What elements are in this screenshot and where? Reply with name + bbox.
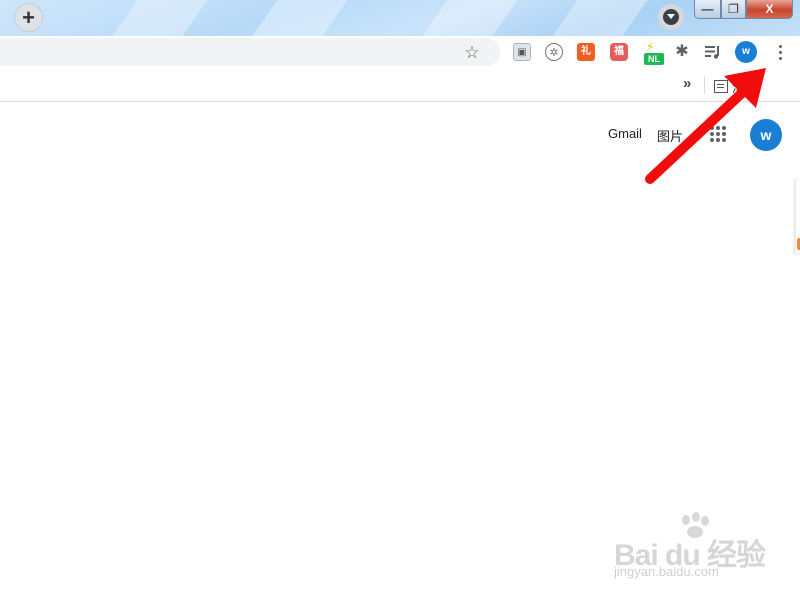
picture-extension-icon[interactable]: ▣ (513, 43, 531, 61)
media-playlist-icon[interactable] (704, 43, 722, 61)
profile-avatar[interactable]: w (735, 41, 757, 63)
nl-badge: NL (644, 53, 664, 65)
titlebar-decoration (528, 0, 662, 36)
lightning-icon: ⚡ (646, 40, 655, 54)
extensions-puzzle-icon[interactable]: ✱ (673, 43, 691, 61)
watermark-url: jingyan.baidu.com (614, 564, 719, 579)
titlebar-decoration (88, 0, 222, 36)
red-extension-icon[interactable]: 福 (610, 43, 628, 61)
address-bar[interactable]: ☆ (0, 38, 500, 66)
star-icon[interactable]: ☆ (462, 43, 482, 63)
maximize-button[interactable]: ❐ (721, 0, 746, 19)
account-avatar[interactable]: w (750, 119, 782, 151)
side-panel-edge (795, 180, 800, 254)
tab-search-button[interactable] (658, 4, 684, 30)
nl-extension-icon[interactable]: ⚡ NL (644, 41, 666, 65)
titlebar-decoration (228, 0, 362, 36)
reading-list-icon (714, 79, 728, 93)
new-tab-button[interactable]: + (14, 3, 43, 32)
google-page-header: Gmail 图片 w (0, 103, 800, 167)
minimize-button[interactable]: — (694, 0, 721, 19)
menu-dot (778, 50, 782, 54)
chevron-down-icon (663, 9, 679, 25)
reading-list-button[interactable]: 清单 (714, 76, 758, 96)
google-apps-icon[interactable] (710, 126, 726, 142)
images-link[interactable]: 图片 (657, 126, 683, 145)
wheel-extension-icon[interactable]: ✲ (545, 43, 563, 61)
titlebar-decoration (398, 0, 532, 36)
bookmarks-overflow-button[interactable]: » (683, 75, 691, 92)
browser-window: + — ❐ X ☆ ▣ ✲ 礼 福 ⚡ NL ✱ w » 清单 Gmail 图片… (0, 0, 800, 600)
reading-list-label: 清单 (732, 79, 759, 95)
bookmarks-bar: » 清单 (0, 70, 800, 102)
menu-dot (778, 44, 782, 48)
gmail-link[interactable]: Gmail (608, 126, 642, 141)
window-controls: — ❐ X (694, 0, 793, 20)
baidu-watermark: Bai du 经验 jingyan.baidu.com (606, 512, 766, 590)
bookmarks-divider (704, 76, 705, 94)
title-bar: + — ❐ X (0, 0, 800, 36)
menu-dot (778, 56, 782, 60)
close-button[interactable]: X (746, 0, 793, 19)
chrome-menu-button[interactable] (770, 41, 790, 63)
gift-extension-icon[interactable]: 礼 (577, 43, 595, 61)
